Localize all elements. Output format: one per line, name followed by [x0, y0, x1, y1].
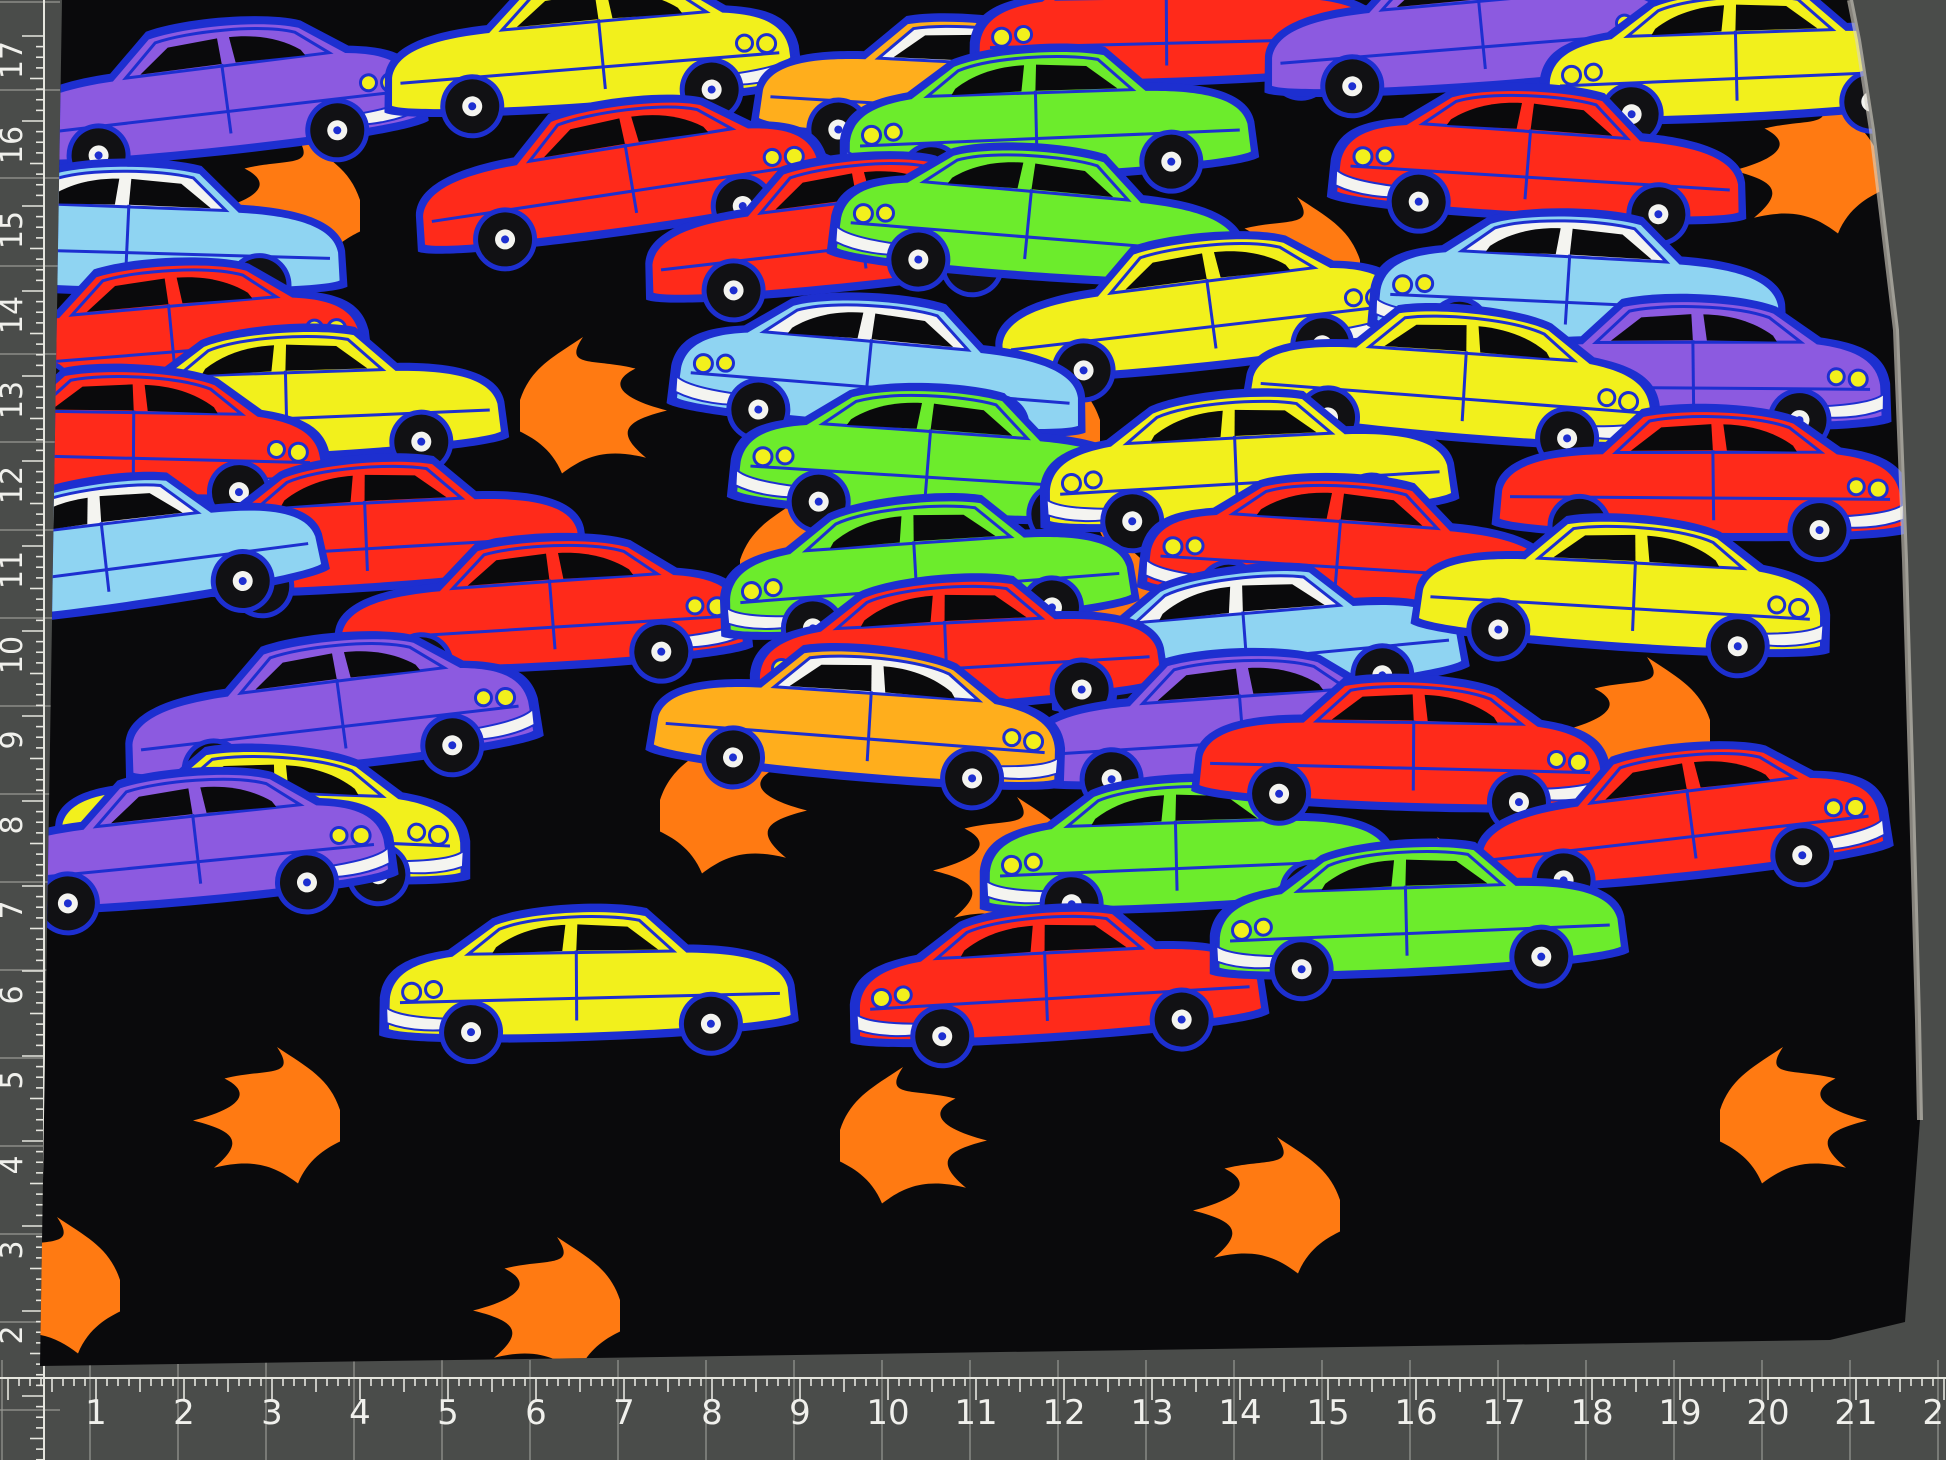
- headlight: [1415, 274, 1435, 294]
- headlight: [1847, 368, 1869, 390]
- fabric-photo: 12345678910111213141516171819202122 1716…: [0, 0, 1946, 1460]
- headlight: [1846, 477, 1866, 497]
- headlight: [401, 981, 423, 1003]
- ruler-number: 4: [349, 1393, 371, 1433]
- ruler-number: 5: [0, 1070, 30, 1089]
- headlight: [1060, 472, 1082, 494]
- headlight: [861, 124, 883, 146]
- headlight: [473, 688, 493, 708]
- ruler-number: 3: [0, 1240, 30, 1259]
- ruler-number: 7: [613, 1393, 635, 1433]
- headlight: [1162, 536, 1184, 558]
- ruler-number: 15: [0, 211, 30, 249]
- headlight: [1392, 274, 1414, 296]
- headlight: [715, 353, 735, 373]
- ruler-number: 17: [1482, 1393, 1525, 1433]
- headlight: [763, 578, 783, 598]
- headlight: [1023, 852, 1043, 872]
- headlight: [1023, 731, 1045, 753]
- headlight: [1375, 146, 1395, 166]
- headlight: [893, 985, 913, 1005]
- fabric: [40, 0, 1920, 1366]
- ruler-number: 2: [173, 1393, 195, 1433]
- ruler-number: 10: [0, 636, 30, 674]
- headlight: [1002, 728, 1022, 748]
- ruler-number: 9: [789, 1393, 811, 1433]
- ruler-number: 14: [1218, 1393, 1261, 1433]
- headlight: [358, 73, 378, 93]
- headlight: [350, 825, 372, 847]
- headlight: [1343, 288, 1363, 308]
- ruler-number: 16: [0, 126, 30, 164]
- headlight: [883, 122, 903, 142]
- ruler-number: 13: [1130, 1393, 1173, 1433]
- ruler-number: 15: [1306, 1393, 1349, 1433]
- headlight: [1845, 796, 1867, 818]
- ruler-number: 12: [1042, 1393, 1085, 1433]
- ruler-number: 21: [1834, 1393, 1877, 1433]
- ruler-number: 6: [0, 985, 30, 1004]
- headlight: [875, 203, 895, 223]
- headlight: [1083, 470, 1103, 490]
- headlight: [991, 26, 1013, 48]
- headlight: [1546, 749, 1566, 769]
- headlight: [329, 825, 349, 845]
- ruler-number: 7: [0, 900, 30, 919]
- ruler-number: 1: [85, 1393, 107, 1433]
- ruler-number: 9: [0, 730, 30, 749]
- ruler-number: 18: [1570, 1393, 1613, 1433]
- ruler-number: 5: [437, 1393, 459, 1433]
- ruler-number: 12: [0, 466, 30, 504]
- headlight: [1185, 536, 1205, 556]
- ruler-number: 16: [1394, 1393, 1437, 1433]
- headlight: [1823, 798, 1843, 818]
- headlight: [287, 441, 309, 463]
- ruler-number: 11: [954, 1393, 997, 1433]
- ruler-number: 8: [701, 1393, 723, 1433]
- ruler-number: 6: [525, 1393, 547, 1433]
- headlight: [1352, 146, 1374, 168]
- headlight: [762, 147, 782, 167]
- headlight: [1788, 597, 1810, 619]
- headlight: [1001, 854, 1023, 876]
- headlight: [740, 581, 762, 603]
- ruler-number: 10: [866, 1393, 909, 1433]
- headlight: [752, 446, 774, 468]
- headlight: [685, 596, 705, 616]
- ruler-number: 17: [0, 41, 30, 79]
- headlight: [1767, 595, 1787, 615]
- ruler-number: 2: [0, 1325, 30, 1344]
- headlight: [1561, 64, 1583, 86]
- ruler-number: 11: [0, 551, 30, 589]
- ruler-number: 22: [1922, 1393, 1946, 1433]
- headlight: [1014, 24, 1034, 44]
- headlight: [1231, 919, 1253, 941]
- ruler-number: 14: [0, 296, 30, 334]
- headlight: [424, 979, 444, 999]
- headlight: [870, 987, 892, 1009]
- headlight: [1253, 917, 1273, 937]
- ruler-number: 4: [0, 1155, 30, 1174]
- ruler-number: 20: [1746, 1393, 1789, 1433]
- headlight: [495, 686, 517, 708]
- ruler-number: 8: [0, 815, 30, 834]
- headlight: [1597, 388, 1617, 408]
- headlight: [775, 446, 795, 466]
- ruler-number: 13: [0, 381, 30, 419]
- ruler-number: 3: [261, 1393, 283, 1433]
- headlight: [1567, 751, 1589, 773]
- headlight: [1618, 391, 1640, 413]
- headlight: [756, 33, 778, 55]
- headlight: [852, 203, 874, 225]
- headlight: [1583, 62, 1603, 82]
- headlight: [407, 822, 427, 842]
- headlight: [735, 33, 755, 53]
- headlight: [427, 824, 449, 846]
- headlight: [266, 439, 286, 459]
- headlight: [1867, 478, 1889, 500]
- headlight: [1826, 367, 1846, 387]
- headlight: [692, 353, 714, 375]
- ruler-number: 19: [1658, 1393, 1701, 1433]
